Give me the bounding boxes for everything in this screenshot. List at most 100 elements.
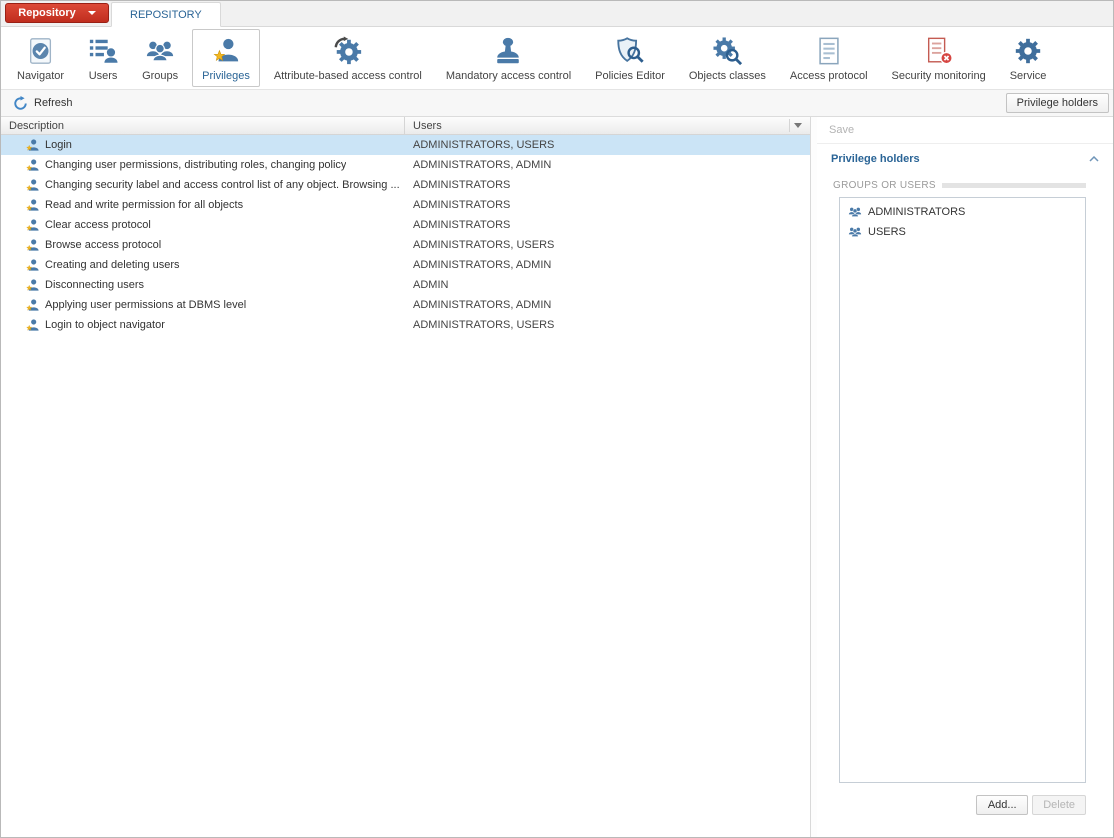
privilege-holders-section-title: Privilege holders <box>831 153 920 165</box>
table-row[interactable]: Changing security label and access contr… <box>1 175 810 195</box>
ribbon-item-groups[interactable]: Groups <box>132 29 188 87</box>
table-row[interactable]: Applying user permissions at DBMS level … <box>1 295 810 315</box>
document-error-icon <box>924 35 954 67</box>
grid-toolbar: Refresh Privilege holders <box>1 89 1113 117</box>
add-button[interactable]: Add... <box>976 795 1028 815</box>
table-row[interactable]: Login to object navigator ADMINISTRATORS… <box>1 315 810 335</box>
privilege-description: Changing user permissions, distributing … <box>45 159 346 171</box>
privilege-description: Login <box>45 139 72 151</box>
holders-listbox: ADMINISTRATORS USERS <box>839 197 1086 783</box>
privilege-users-cell: ADMINISTRATORS, ADMIN <box>405 259 810 271</box>
save-button[interactable]: Save <box>817 117 1113 144</box>
ribbon-item-label: Mandatory access control <box>446 70 571 82</box>
ribbon-item-privileges[interactable]: Privileges <box>192 29 260 87</box>
privilege-users-cell: ADMIN <box>405 279 810 291</box>
ribbon-item-label: Users <box>89 70 118 82</box>
list-item[interactable]: USERS <box>843 222 1082 242</box>
delete-button[interactable]: Delete <box>1032 795 1086 815</box>
privilege-description-cell: Login <box>1 138 405 153</box>
privilege-description-cell: Changing user permissions, distributing … <box>1 158 405 173</box>
ribbon-item-label: Access protocol <box>790 70 868 82</box>
privilege-users-cell: ADMINISTRATORS <box>405 179 810 191</box>
tab-strip: Repository REPOSITORY <box>1 1 1113 27</box>
privilege-icon <box>25 178 40 193</box>
repository-menu-button[interactable]: Repository <box>5 3 109 23</box>
ribbon-item-label: Attribute-based access control <box>274 70 422 82</box>
privilege-description: Creating and deleting users <box>45 259 180 271</box>
ribbon-item-label: Policies Editor <box>595 70 665 82</box>
group-icon <box>848 205 862 219</box>
privilege-users-cell: ADMINISTRATORS, USERS <box>405 239 810 251</box>
privilege-icon <box>25 318 40 333</box>
privilege-description: Changing security label and access contr… <box>45 179 400 191</box>
gear-search-icon <box>712 35 742 67</box>
groups-or-users-label: GROUPS OR USERS <box>833 180 936 191</box>
privilege-description-cell: Read and write permission for all object… <box>1 198 405 213</box>
fieldset-divider <box>942 183 1086 188</box>
table-row[interactable]: Disconnecting users ADMIN <box>1 275 810 295</box>
privilege-icon <box>25 238 40 253</box>
tab-repository-label: REPOSITORY <box>130 9 202 21</box>
ribbon-item-objects-classes[interactable]: Objects classes <box>679 29 776 87</box>
gear-icon <box>1013 35 1043 67</box>
refresh-label: Refresh <box>34 97 73 109</box>
ribbon-item-mandatory-access-control[interactable]: Mandatory access control <box>436 29 581 87</box>
privilege-icon <box>25 218 40 233</box>
column-menu-trigger[interactable] <box>789 119 806 132</box>
column-header-description[interactable]: Description <box>1 117 405 134</box>
privilege-description-cell: Login to object navigator <box>1 318 405 333</box>
privilege-users-cell: ADMINISTRATORS <box>405 199 810 211</box>
ribbon: Navigator Users Groups <box>1 27 1113 89</box>
table-row[interactable]: Clear access protocol ADMINISTRATORS <box>1 215 810 235</box>
column-header-users[interactable]: Users <box>405 117 810 134</box>
privilege-description: Login to object navigator <box>45 319 165 331</box>
privilege-icon <box>25 258 40 273</box>
main-area: Description Users Login ADMINISTRATORS, … <box>1 117 1113 837</box>
repository-menu-label: Repository <box>18 7 75 19</box>
privilege-description-cell: Browse access protocol <box>1 238 405 253</box>
ribbon-item-label: Navigator <box>17 70 64 82</box>
table-row[interactable]: Browse access protocol ADMINISTRATORS, U… <box>1 235 810 255</box>
dropdown-caret-icon <box>88 11 96 15</box>
users-icon <box>88 35 118 67</box>
privilege-description: Applying user permissions at DBMS level <box>45 299 246 311</box>
privilege-description-cell: Creating and deleting users <box>1 258 405 273</box>
privilege-icon <box>25 158 40 173</box>
groups-or-users-fieldset: GROUPS OR USERS <box>833 180 1086 191</box>
ribbon-item-attribute-based-access-control[interactable]: Attribute-based access control <box>264 29 432 87</box>
holder-name: ADMINISTRATORS <box>868 206 965 218</box>
privilege-users-cell: ADMINISTRATORS, ADMIN <box>405 159 810 171</box>
privilege-description-cell: Changing security label and access contr… <box>1 178 405 193</box>
group-icon <box>848 225 862 239</box>
privilege-users-cell: ADMINISTRATORS, ADMIN <box>405 299 810 311</box>
groups-icon <box>145 35 175 67</box>
privileges-grid: Description Users Login ADMINISTRATORS, … <box>1 117 811 837</box>
refresh-icon <box>13 96 28 111</box>
list-item[interactable]: ADMINISTRATORS <box>843 202 1082 222</box>
privilege-holders-section-header[interactable]: Privilege holders <box>817 144 1113 174</box>
table-row[interactable]: Read and write permission for all object… <box>1 195 810 215</box>
privilege-description-cell: Applying user permissions at DBMS level <box>1 298 405 313</box>
ribbon-item-label: Security monitoring <box>892 70 986 82</box>
table-row[interactable]: Login ADMINISTRATORS, USERS <box>1 135 810 155</box>
privilege-description-cell: Disconnecting users <box>1 278 405 293</box>
privilege-description: Browse access protocol <box>45 239 161 251</box>
refresh-button[interactable]: Refresh <box>5 93 81 114</box>
ribbon-item-security-monitoring[interactable]: Security monitoring <box>882 29 996 87</box>
table-row[interactable]: Creating and deleting users ADMINISTRATO… <box>1 255 810 275</box>
ribbon-item-navigator[interactable]: Navigator <box>7 29 74 87</box>
privilege-description: Read and write permission for all object… <box>45 199 243 211</box>
ribbon-item-label: Objects classes <box>689 70 766 82</box>
privilege-description: Disconnecting users <box>45 279 144 291</box>
ribbon-item-service[interactable]: Service <box>1000 29 1057 87</box>
ribbon-item-access-protocol[interactable]: Access protocol <box>780 29 878 87</box>
tab-repository[interactable]: REPOSITORY <box>111 2 221 27</box>
ribbon-item-label: Privileges <box>202 70 250 82</box>
chevron-up-icon <box>1089 156 1099 162</box>
ribbon-item-policies-editor[interactable]: Policies Editor <box>585 29 675 87</box>
table-row[interactable]: Changing user permissions, distributing … <box>1 155 810 175</box>
privileges-icon <box>211 35 241 67</box>
ribbon-item-users[interactable]: Users <box>78 29 128 87</box>
privilege-holders-toggle-button[interactable]: Privilege holders <box>1006 93 1109 113</box>
shield-search-icon <box>615 35 645 67</box>
